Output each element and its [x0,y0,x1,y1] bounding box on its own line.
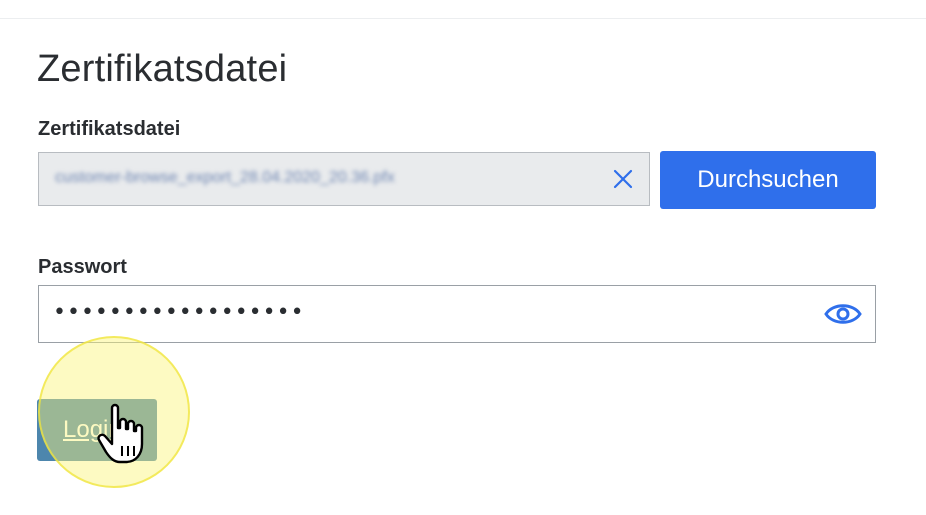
password-field[interactable]: •••••••••••••••••• [38,285,876,343]
close-icon[interactable] [609,165,637,193]
page-title: Zertifikatsdatei [37,48,288,90]
certificate-file-field[interactable]: customer-browse_export_28.04.2020_20.36.… [38,152,650,206]
login-button[interactable]: Login [37,399,157,461]
password-masked-value: •••••••••••••••••• [53,300,305,325]
top-divider [0,18,926,19]
certificate-field-label: Zertifikatsdatei [38,118,181,140]
password-field-label: Passwort [38,256,127,278]
eye-icon[interactable] [823,300,863,328]
browse-button[interactable]: Durchsuchen [660,151,876,209]
certificate-file-name: customer-browse_export_28.04.2020_20.36.… [55,169,395,186]
